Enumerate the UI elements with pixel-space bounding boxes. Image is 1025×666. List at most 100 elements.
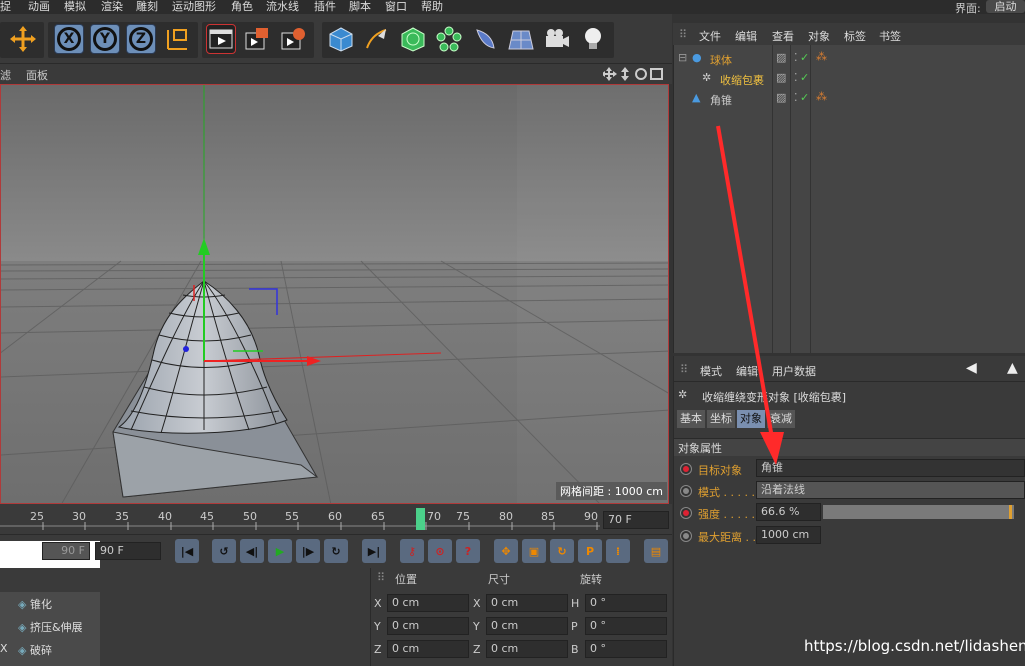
back-arrow-icon[interactable]: ◀ xyxy=(966,360,977,376)
menu-item[interactable]: 插件 xyxy=(314,0,336,13)
y-axis-lock-button[interactable]: Y xyxy=(90,24,120,54)
move-icon[interactable] xyxy=(8,24,38,54)
om-menu-item[interactable]: 文件 xyxy=(699,28,721,44)
enabled-check-icon[interactable]: ✓ xyxy=(800,91,809,104)
om-menu-item[interactable]: 查看 xyxy=(772,28,794,44)
animate-dot[interactable] xyxy=(680,530,692,542)
menu-item[interactable]: 模拟 xyxy=(64,0,86,13)
position-x-field[interactable]: 0 cm xyxy=(387,594,469,612)
render-view-icon[interactable] xyxy=(206,24,236,54)
next-key-button[interactable]: ↻ xyxy=(324,539,348,563)
menu-item[interactable]: 雕刻 xyxy=(136,0,158,13)
tree-row[interactable]: ⊟ ● 球体 ▨ ⁚ ✓ ⁂ xyxy=(676,50,1022,68)
viewport-menu-item[interactable]: 滤 xyxy=(0,67,11,83)
tag-icon[interactable]: ⁂ xyxy=(816,90,827,103)
list-item[interactable]: ◈ 挤压&伸展 xyxy=(18,619,83,635)
om-menu-item[interactable]: 编辑 xyxy=(735,28,757,44)
subdivision-icon[interactable] xyxy=(398,24,428,54)
min-frame-field[interactable]: 90 F xyxy=(42,542,90,560)
record-key-button[interactable]: ⚷ xyxy=(400,539,424,563)
tree-row[interactable]: ▲ 角锥 ▨ ⁚ ✓ ⁂ xyxy=(676,90,1022,108)
key-position-button[interactable]: ✥ xyxy=(494,539,518,563)
menu-item[interactable]: 脚本 xyxy=(349,0,371,13)
rotation-p-field[interactable]: 0 ° xyxy=(585,617,667,635)
cube-icon[interactable] xyxy=(326,24,356,54)
slider-handle[interactable] xyxy=(1009,505,1012,519)
max-distance-field[interactable]: 1000 cm xyxy=(756,526,821,544)
strength-field[interactable]: 66.6 % xyxy=(756,503,821,521)
list-item[interactable]: ◈ 破碎 xyxy=(18,642,52,658)
timeline-tick: 65 xyxy=(371,510,385,523)
prev-key-button[interactable]: ↺ xyxy=(212,539,236,563)
viewport-menu-item[interactable]: 面板 xyxy=(26,67,48,83)
render-settings-icon[interactable] xyxy=(278,24,308,54)
om-menu-item[interactable]: 标签 xyxy=(844,28,866,44)
goto-end-button[interactable]: ▶| xyxy=(362,539,386,563)
animate-dot[interactable] xyxy=(680,507,692,519)
layer-icon[interactable]: ▨ xyxy=(776,51,786,64)
visibility-icon[interactable]: ⁚ xyxy=(794,51,798,64)
max-frame-field[interactable]: 90 F xyxy=(95,542,161,560)
render-picture-icon[interactable] xyxy=(242,24,272,54)
coordinate-system-icon[interactable] xyxy=(162,24,192,54)
enabled-check-icon[interactable]: ✓ xyxy=(800,51,809,64)
position-z-field[interactable]: 0 cm xyxy=(387,640,469,658)
prev-frame-button[interactable]: ◀| xyxy=(240,539,264,563)
size-x-field[interactable]: 0 cm xyxy=(486,594,568,612)
rotation-b-field[interactable]: 0 ° xyxy=(585,640,667,658)
key-scale-button[interactable]: ▣ xyxy=(522,539,546,563)
cloner-icon[interactable] xyxy=(434,24,464,54)
key-param-button[interactable]: P xyxy=(578,539,602,563)
camera-icon[interactable] xyxy=(542,24,572,54)
menu-item[interactable]: 帮助 xyxy=(421,0,443,13)
collapse-icon[interactable]: ⊟ xyxy=(678,51,687,64)
size-z-field[interactable]: 0 cm xyxy=(486,640,568,658)
om-menu-item[interactable]: 对象 xyxy=(808,28,830,44)
floor-icon[interactable] xyxy=(506,24,536,54)
target-object-link[interactable]: 角锥 xyxy=(756,459,1025,477)
position-y-field[interactable]: 0 cm xyxy=(387,617,469,635)
strength-slider[interactable] xyxy=(823,505,1014,519)
mode-select[interactable]: 沿着法线 xyxy=(756,481,1025,499)
layer-icon[interactable]: ▨ xyxy=(776,91,786,104)
timeline-ruler[interactable]: 25 30 35 40 45 50 55 60 65 70 75 80 85 9… xyxy=(0,504,672,534)
layer-icon[interactable]: ▨ xyxy=(776,71,786,84)
size-y-field[interactable]: 0 cm xyxy=(486,617,568,635)
current-frame-field[interactable]: 70 F xyxy=(603,511,669,529)
menu-item[interactable]: 角色 xyxy=(231,0,253,13)
list-item[interactable]: ◈ 锥化 xyxy=(18,596,52,612)
animate-dot[interactable] xyxy=(680,463,692,475)
om-menu-item[interactable]: 书签 xyxy=(879,28,901,44)
animate-dot[interactable] xyxy=(680,485,692,497)
play-button[interactable]: ▶ xyxy=(268,539,292,563)
x-axis-lock-button[interactable]: X xyxy=(54,24,84,54)
menu-item[interactable]: 渲染 xyxy=(101,0,123,13)
3d-viewport[interactable] xyxy=(0,84,669,504)
next-frame-button[interactable]: |▶ xyxy=(296,539,320,563)
menu-item[interactable]: 窗口 xyxy=(385,0,407,13)
goto-start-button[interactable]: |◀ xyxy=(175,539,199,563)
rotation-h-field[interactable]: 0 ° xyxy=(585,594,667,612)
layout-select[interactable]: 启动 xyxy=(986,0,1025,13)
tag-icon[interactable]: ⁂ xyxy=(816,50,827,63)
pen-spline-icon[interactable] xyxy=(362,24,392,54)
playhead[interactable] xyxy=(416,508,425,530)
up-arrow-icon[interactable]: ▲ xyxy=(1007,360,1018,376)
key-rotation-button[interactable]: ↻ xyxy=(550,539,574,563)
deformer-icon[interactable] xyxy=(470,24,500,54)
timeline-window-button[interactable]: ▤ xyxy=(644,539,668,563)
visibility-icon[interactable]: ⁚ xyxy=(794,71,798,84)
menu-item[interactable]: 捉 xyxy=(0,0,11,13)
autokey-button[interactable]: ⊙ xyxy=(428,539,452,563)
tree-row[interactable]: ✲ 收缩包裹 ▨ ⁚ ✓ xyxy=(676,70,1022,88)
light-icon[interactable] xyxy=(578,24,608,54)
key-selection-button[interactable]: ? xyxy=(456,539,480,563)
menu-item[interactable]: 流水线 xyxy=(266,0,299,13)
enabled-check-icon[interactable]: ✓ xyxy=(800,71,809,84)
visibility-icon[interactable]: ⁚ xyxy=(794,91,798,104)
key-point-button[interactable]: ⁞ xyxy=(606,539,630,563)
viewport-nav-icons[interactable] xyxy=(601,67,665,84)
menu-item[interactable]: 运动图形 xyxy=(172,0,216,13)
z-axis-lock-button[interactable]: Z xyxy=(126,24,156,54)
menu-item[interactable]: 动画 xyxy=(28,0,50,13)
